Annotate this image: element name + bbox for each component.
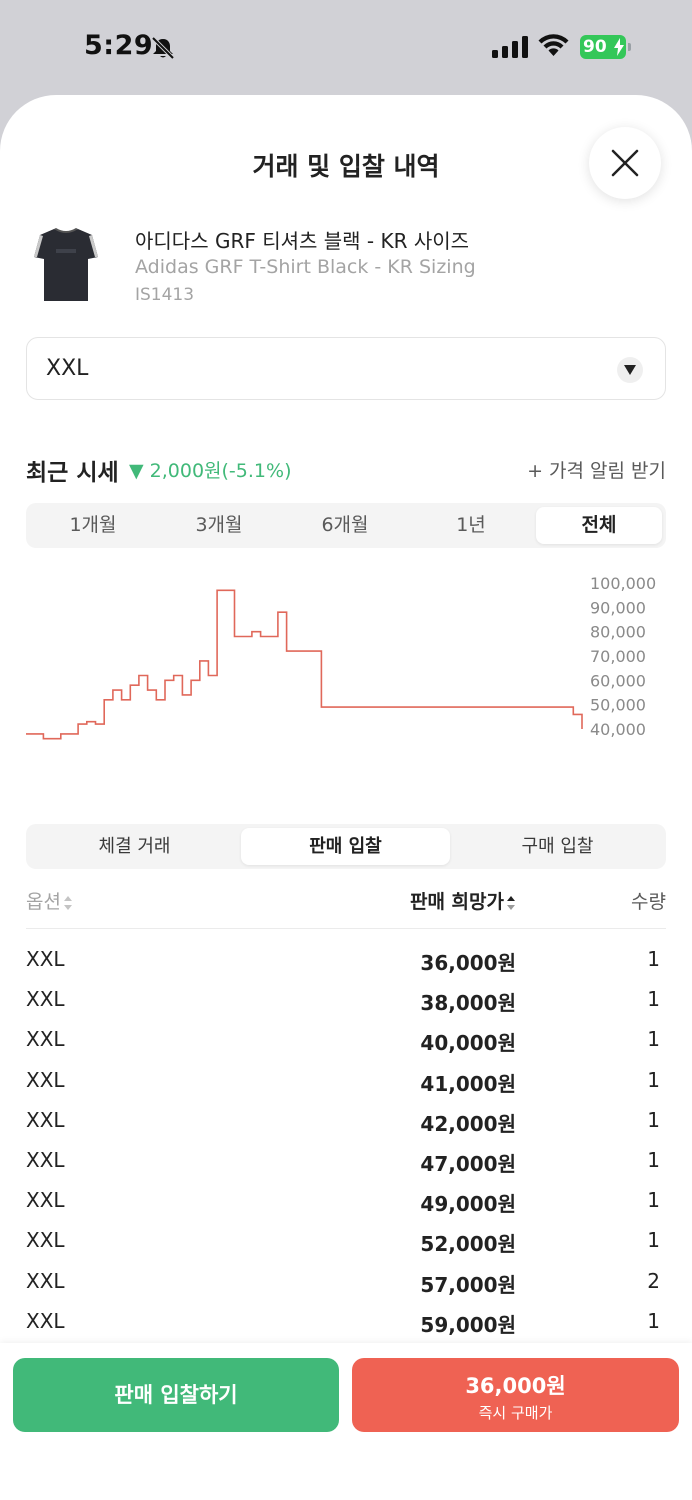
price-chart-svg: 100,000 90,000 80,000 70,000 60,000 50,000 40,… — [26, 574, 656, 740]
row-price: 52,000원 — [420, 1232, 516, 1257]
y-tick-label: 50,000 — [590, 696, 646, 715]
table-row: XXL 59,000원 1 — [26, 1302, 666, 1342]
row-option: XXL — [26, 1308, 65, 1333]
row-qty: 1 — [647, 1067, 660, 1092]
status-bar: 5:29 90 — [0, 0, 692, 95]
size-select[interactable]: XXL — [26, 337, 666, 400]
product-name-ko: 아디다스 GRF 티셔츠 블랙 - KR 사이즈 — [135, 229, 470, 253]
instant-buy-button[interactable]: 36,000원 즉시 구매가 — [352, 1358, 679, 1432]
bids-table-header: 옵션 판매 희망가 수량 — [26, 885, 666, 929]
row-option: XXL — [26, 1268, 65, 1293]
close-button[interactable] — [589, 127, 661, 199]
column-option-label: 옵션 — [26, 891, 61, 913]
table-row: XXL 36,000원 1 — [26, 940, 666, 980]
price-alert-link[interactable]: + 가격 알림 받기 — [527, 456, 666, 483]
column-price[interactable]: 판매 희망가 — [410, 887, 516, 914]
table-row: XXL 52,000원 1 — [26, 1221, 666, 1261]
row-price: 57,000원 — [420, 1272, 516, 1297]
y-tick-label: 60,000 — [590, 671, 646, 690]
tab-1-year[interactable]: 1년 — [408, 507, 534, 544]
row-qty: 1 — [647, 987, 660, 1012]
product-code: IS1413 — [135, 285, 195, 305]
row-qty: 1 — [647, 1027, 660, 1052]
tab-1-month[interactable]: 1개월 — [30, 507, 156, 544]
row-price: 47,000원 — [420, 1151, 516, 1176]
period-tabs: 1개월 3개월 6개월 1년 전체 — [26, 503, 666, 548]
y-tick-label: 90,000 — [590, 598, 646, 617]
table-row: XXL 49,000원 1 — [26, 1181, 666, 1221]
column-option[interactable]: 옵션 — [26, 887, 73, 914]
sort-icon — [507, 895, 515, 910]
row-option: XXL — [26, 1188, 65, 1213]
recent-price-title: 최근 시세 — [26, 460, 119, 486]
row-qty: 2 — [647, 1268, 660, 1293]
table-row: XXL 41,000원 1 — [26, 1061, 666, 1101]
close-icon — [611, 149, 639, 177]
table-row: XXL 42,000원 1 — [26, 1101, 666, 1141]
row-price: 41,000원 — [420, 1071, 516, 1096]
signal-icon — [492, 36, 528, 58]
price-series-line — [26, 589, 583, 740]
table-row: XXL 40,000원 1 — [26, 1020, 666, 1060]
row-option: XXL — [26, 947, 65, 971]
bids-table-body: XXL 36,000원 1 XXL 38,000원 1 XXL 40,000원 1 XXL 41,0… — [26, 940, 666, 1342]
bid-tabs: 체결 거래 판매 입찰 구매 입찰 — [26, 824, 666, 869]
row-option: XXL — [26, 1147, 65, 1172]
tab-buy-bids[interactable]: 구매 입찰 — [453, 828, 662, 865]
trade-history-sheet: 거래 및 입찰 내역 아디다스 GRF 티셔츠 블랙 - KR 사이즈 Adid… — [0, 95, 692, 1500]
charging-bolt-icon — [614, 38, 624, 56]
instant-buy-label: 즉시 구매가 — [478, 1404, 553, 1422]
product-image — [34, 228, 98, 301]
row-price: 49,000원 — [420, 1192, 516, 1217]
y-tick-label: 100,000 — [590, 574, 656, 593]
row-qty: 1 — [647, 1107, 660, 1132]
product-name-en: Adidas GRF T-Shirt Black - KR Sizing — [135, 256, 476, 278]
caret-down-icon — [617, 357, 643, 383]
row-price: 40,000원 — [420, 1031, 516, 1056]
product-summary: 아디다스 GRF 티셔츠 블랙 - KR 사이즈 Adidas GRF T-Sh… — [26, 215, 666, 315]
row-option: XXL — [26, 1107, 65, 1132]
row-qty: 1 — [647, 947, 660, 971]
row-qty: 1 — [647, 1228, 660, 1253]
tab-6-months[interactable]: 6개월 — [282, 507, 408, 544]
bell-off-icon — [151, 36, 175, 60]
bottom-action-bar: 판매 입찰하기 36,000원 즉시 구매가 — [0, 1343, 692, 1500]
table-row: XXL 47,000원 1 — [26, 1141, 666, 1181]
row-qty: 1 — [647, 1147, 660, 1172]
tab-sell-bids[interactable]: 판매 입찰 — [241, 828, 450, 865]
row-price: 59,000원 — [420, 1312, 516, 1337]
row-option: XXL — [26, 987, 65, 1012]
row-price: 42,000원 — [420, 1111, 516, 1136]
recent-price-header: 최근 시세 ▼ 2,000원(-5.1%) + 가격 알림 받기 — [26, 453, 666, 486]
column-qty: 수량 — [631, 891, 666, 913]
column-price-label: 판매 희망가 — [409, 891, 504, 913]
y-tick-label: 40,000 — [590, 720, 646, 739]
price-chart: 100,000 90,000 80,000 70,000 60,000 50,000 40,… — [26, 565, 666, 755]
row-qty: 1 — [647, 1308, 660, 1333]
row-qty: 1 — [647, 1188, 660, 1213]
wifi-icon — [538, 34, 569, 56]
row-option: XXL — [26, 1027, 65, 1052]
row-option: XXL — [26, 1067, 65, 1092]
battery-indicator: 90 — [580, 35, 632, 59]
sell-bid-button[interactable]: 판매 입찰하기 — [13, 1358, 339, 1432]
status-time: 5:29 — [84, 30, 154, 61]
tab-3-months[interactable]: 3개월 — [156, 507, 282, 544]
price-change: ▼ 2,000원(-5.1%) — [129, 460, 292, 482]
row-price: 36,000원 — [420, 951, 516, 975]
row-option: XXL — [26, 1228, 65, 1253]
instant-buy-price: 36,000원 — [465, 1374, 566, 1398]
battery-tip — [628, 43, 631, 51]
y-tick-label: 80,000 — [590, 623, 646, 642]
size-select-value: XXL — [46, 356, 89, 381]
tab-all[interactable]: 전체 — [536, 507, 662, 544]
tab-completed-trades[interactable]: 체결 거래 — [30, 828, 239, 865]
row-price: 38,000원 — [420, 991, 516, 1016]
table-row: XXL 57,000원 2 — [26, 1262, 666, 1302]
sort-icon — [63, 895, 72, 910]
table-row: XXL 38,000원 1 — [26, 980, 666, 1020]
y-tick-label: 70,000 — [590, 647, 646, 666]
